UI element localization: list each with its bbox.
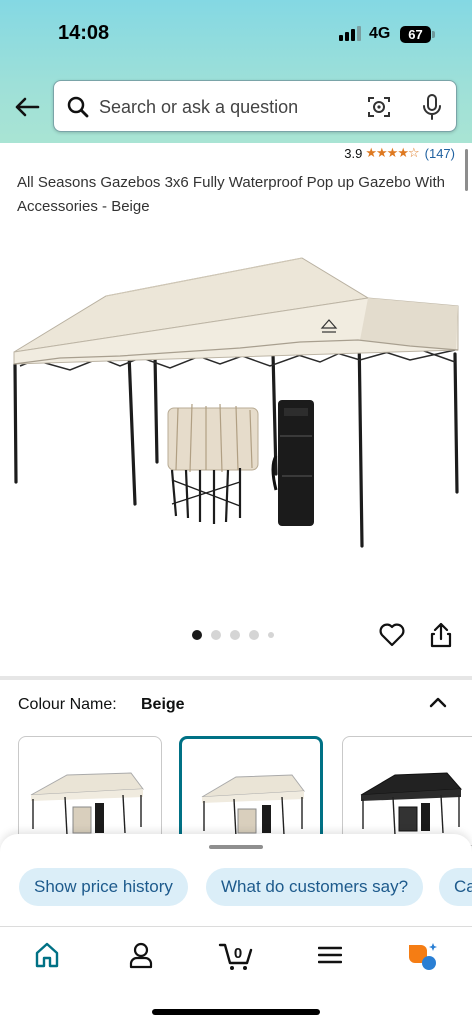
colour-value: Beige — [141, 696, 185, 713]
colour-swatch-selected[interactable] — [179, 736, 323, 846]
camera-lens-icon[interactable] — [366, 94, 392, 125]
search-input[interactable]: Search or ask a question — [99, 97, 298, 118]
heart-icon[interactable] — [378, 622, 406, 653]
chevron-up-icon[interactable] — [428, 694, 448, 715]
search-icon — [66, 95, 90, 124]
colour-label: Colour Name: — [18, 696, 117, 713]
product-title: All Seasons Gazebos 3x6 Fully Waterproof… — [17, 174, 445, 215]
carousel-dot[interactable] — [192, 630, 202, 640]
microphone-icon[interactable] — [420, 93, 444, 126]
cart-count: 0 — [234, 945, 242, 962]
carousel-dot[interactable] — [230, 630, 240, 640]
carousel-dot[interactable] — [249, 630, 259, 640]
back-arrow-icon[interactable] — [12, 92, 42, 122]
top-header: 14:08 4G 67 Search or ask a question — [0, 0, 472, 143]
signal-icon — [339, 26, 361, 41]
search-bar[interactable]: Search or ask a question — [53, 80, 457, 132]
battery-icon: 67 — [400, 26, 431, 43]
suggestion-chip-customers-say[interactable]: What do customers say? — [206, 868, 424, 906]
product-image[interactable] — [0, 246, 472, 566]
network-type: 4G — [369, 25, 391, 42]
menu-icon[interactable] — [317, 941, 343, 974]
rating-value: 3.9 — [344, 145, 363, 161]
image-carousel-dots[interactable] — [192, 630, 274, 640]
status-time: 14:08 — [58, 22, 110, 44]
rufus-assistant-icon[interactable] — [405, 941, 439, 976]
home-indicator[interactable] — [152, 1009, 320, 1015]
battery-tip — [432, 31, 435, 38]
review-count-link[interactable]: (147) — [425, 146, 455, 161]
product-rating[interactable]: 3.9 ★★★★☆ (147) — [344, 145, 455, 161]
home-icon[interactable] — [34, 941, 60, 974]
suggestion-chip-price-history[interactable]: Show price history — [19, 868, 188, 906]
colour-swatch[interactable] — [342, 736, 472, 846]
section-divider — [0, 676, 472, 680]
suggestion-chip-partial[interactable]: Ca — [439, 868, 472, 906]
star-rating-icon: ★★★★☆ — [365, 145, 419, 160]
sheet-grabber[interactable] — [209, 845, 263, 849]
suggestion-sheet: Show price history What do customers say… — [0, 834, 472, 928]
carousel-dot[interactable] — [268, 632, 274, 638]
cart-icon[interactable]: 0 — [218, 941, 254, 976]
account-icon[interactable] — [128, 941, 154, 974]
colour-swatch[interactable] — [18, 736, 162, 846]
carousel-dot[interactable] — [211, 630, 221, 640]
bottom-tab-bar: 0 — [0, 926, 472, 1024]
share-icon[interactable] — [429, 621, 453, 654]
scrollbar[interactable] — [465, 149, 468, 191]
